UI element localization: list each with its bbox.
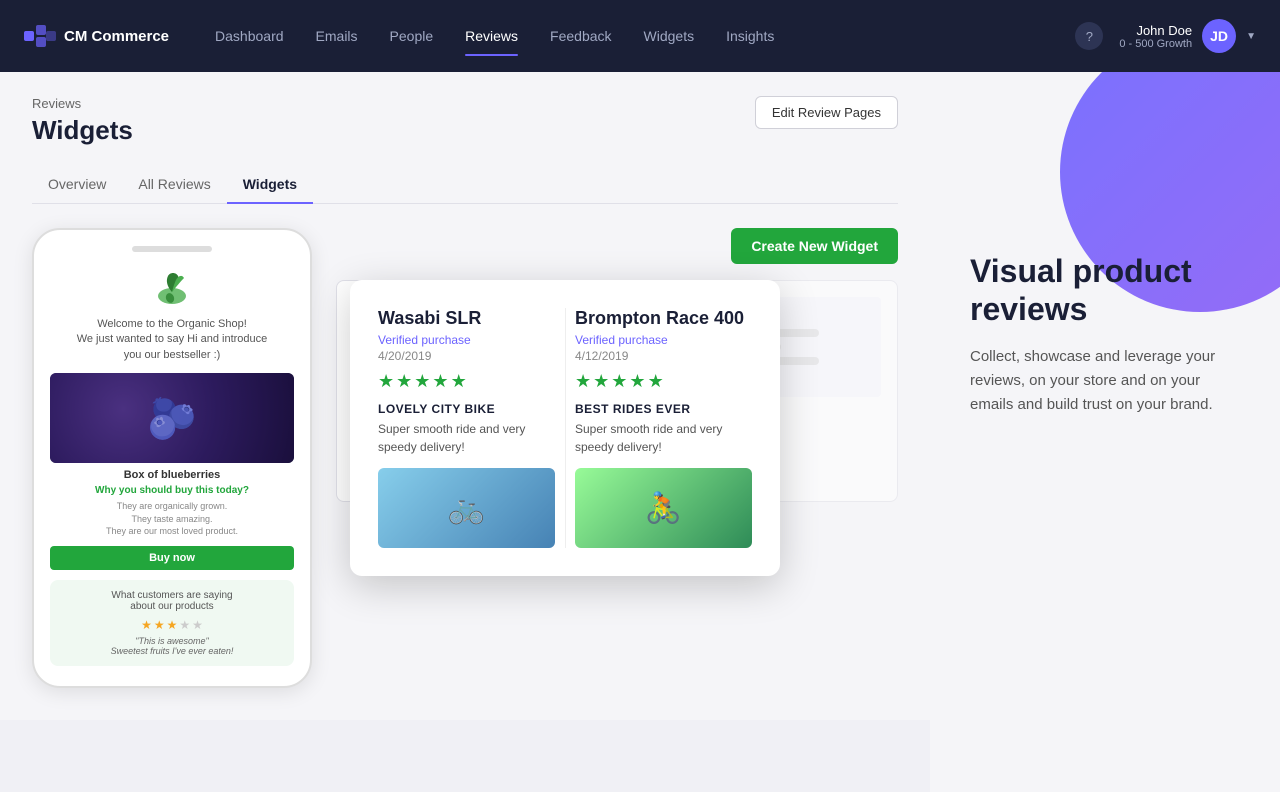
preview-line-6 <box>666 357 819 365</box>
page-header-left: Reviews Widgets <box>32 96 133 166</box>
user-menu[interactable]: John Doe 0 - 500 Growth JD ▼ <box>1119 19 1256 53</box>
widget-area: Welcome to the Organic Shop!We just want… <box>32 228 898 688</box>
nav-people[interactable]: People <box>376 20 448 52</box>
star-4-icon: ★ <box>179 618 190 632</box>
organic-shop-logo-icon <box>152 268 192 304</box>
create-widget-row: Create New Widget <box>336 228 898 264</box>
user-plan: 0 - 500 Growth <box>1119 38 1192 50</box>
star-1-icon: ★ <box>141 618 152 632</box>
phone-reviews-title: What customers are sayingabout our produ… <box>60 590 284 612</box>
preview-line-2 <box>419 343 516 351</box>
star-5-icon: ★ <box>192 618 203 632</box>
phone-review-sub: Sweetest fruits I've ever eaten! <box>60 646 284 656</box>
phone-why-buy: Why you should buy this today? <box>50 485 294 496</box>
phone-rating-stars: ★ ★ ★ ★ ★ <box>60 618 284 632</box>
nav-reviews[interactable]: Reviews <box>451 20 532 52</box>
recent-reviews-label: Recent reviews <box>353 409 592 425</box>
breadcrumb: Reviews <box>32 96 133 111</box>
preview-lines-2 <box>666 329 857 365</box>
page-title: Widgets <box>32 115 133 146</box>
widget-actions: ✏ Design Get w... <box>353 459 592 485</box>
preview-image-placeholder <box>365 327 403 367</box>
nav-insights[interactable]: Insights <box>712 20 788 52</box>
widget-cards: Recent reviews Impressions: 0 ✏ Design G… <box>336 280 898 502</box>
phone-product-name: Box of blueberries <box>50 469 294 481</box>
phone-welcome-text: Welcome to the Organic Shop!We just want… <box>50 317 294 363</box>
main-content: Reviews Widgets Edit Review Pages Overvi… <box>0 72 930 720</box>
nav-emails[interactable]: Emails <box>302 20 372 52</box>
recent-reviews-widget-card: Recent reviews Impressions: 0 ✏ Design G… <box>336 280 609 502</box>
sidebar-title: Visual product reviews <box>970 252 1240 329</box>
second-widget-card <box>625 280 898 502</box>
nav-feedback[interactable]: Feedback <box>536 20 625 52</box>
preview-line-3 <box>419 357 548 365</box>
star-2-icon: ★ <box>154 618 165 632</box>
sidebar-body: Collect, showcase and leverage your revi… <box>970 345 1240 417</box>
brand-logo-icon <box>24 25 56 47</box>
preview-line-5 <box>666 343 781 351</box>
edit-review-pages-button[interactable]: Edit Review Pages <box>755 96 898 129</box>
design-button[interactable]: ✏ Design <box>353 459 428 485</box>
impressions-count: 0 <box>429 429 452 447</box>
brand-name: CM Commerce <box>64 28 169 45</box>
tabs: Overview All Reviews Widgets <box>32 166 898 204</box>
phone-buy-button[interactable]: Buy now <box>50 546 294 570</box>
brand[interactable]: CM Commerce <box>24 25 169 47</box>
phone-product-image <box>50 373 294 463</box>
tab-widgets[interactable]: Widgets <box>227 166 313 204</box>
phone-mockup: Welcome to the Organic Shop!We just want… <box>32 228 312 688</box>
preview-lines <box>419 329 581 365</box>
avatar: JD <box>1202 19 1236 53</box>
widget-card-preview <box>353 297 592 397</box>
widget-card-2-preview <box>642 297 881 397</box>
nav-widgets[interactable]: Widgets <box>630 20 709 52</box>
impressions-row: Impressions: 0 <box>353 429 592 447</box>
phone-reviews-section: What customers are sayingabout our produ… <box>50 580 294 666</box>
phone-notch <box>132 246 212 252</box>
star-3-icon: ★ <box>167 618 178 632</box>
preview-line-1 <box>419 329 548 337</box>
pencil-icon: ✏ <box>365 465 375 479</box>
get-widget-button[interactable]: Get w... <box>436 459 477 485</box>
navbar: CM Commerce Dashboard Emails People Revi… <box>0 0 1280 72</box>
help-icon[interactable]: ? <box>1075 22 1103 50</box>
page-header: Reviews Widgets Edit Review Pages <box>32 96 898 166</box>
nav-links: Dashboard Emails People Reviews Feedback… <box>201 20 1075 52</box>
right-panel-sidebar: Visual product reviews Collect, showcase… <box>930 72 1280 792</box>
phone-logo <box>50 268 294 309</box>
chevron-down-icon: ▼ <box>1246 31 1256 42</box>
nav-dashboard[interactable]: Dashboard <box>201 20 298 52</box>
create-new-widget-button[interactable]: Create New Widget <box>731 228 898 264</box>
phone-desc: They are organically grown.They taste am… <box>50 500 294 538</box>
preview-line-4 <box>666 329 819 337</box>
blueberry-image <box>50 373 294 463</box>
phone-review-quote: "This is awesome" <box>60 636 284 646</box>
right-panel: Create New Widget <box>336 228 898 688</box>
nav-right: ? John Doe 0 - 500 Growth JD ▼ <box>1075 19 1256 53</box>
tab-all-reviews[interactable]: All Reviews <box>122 166 226 204</box>
tab-overview[interactable]: Overview <box>32 166 122 204</box>
user-text: John Doe 0 - 500 Growth <box>1119 23 1192 50</box>
impressions-label: Impressions: <box>353 431 421 445</box>
user-name: John Doe <box>1119 23 1192 38</box>
